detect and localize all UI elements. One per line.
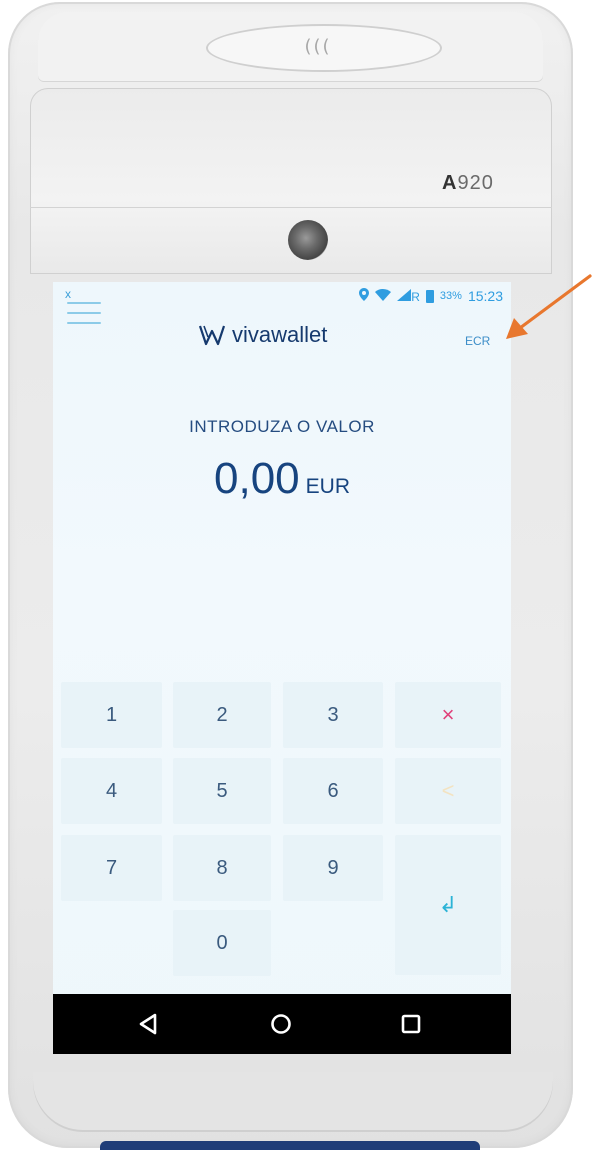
key-3[interactable]: 3 <box>283 682 383 748</box>
ecr-button[interactable]: ECR <box>465 334 490 348</box>
battery-icon <box>425 289 434 303</box>
battery-percent: 33% <box>439 290 462 302</box>
key-5[interactable]: 5 <box>173 758 271 824</box>
clock: 15:23 <box>467 288 503 304</box>
viva-wallet-logo-mark <box>198 325 226 346</box>
model-prefix: A <box>442 172 458 194</box>
panel-divider <box>30 207 552 208</box>
key-9[interactable]: 9 <box>283 835 383 901</box>
viva-wallet-logo: vivawallet <box>198 322 327 348</box>
chevron-left-icon: < <box>441 778 455 803</box>
backspace-button[interactable]: < <box>395 758 501 824</box>
notification-icon: x <box>65 287 71 301</box>
triangle-back-icon[interactable] <box>132 1008 164 1040</box>
key-4[interactable]: 4 <box>61 758 162 824</box>
model-number: 920 <box>457 172 494 194</box>
key-0[interactable]: 0 <box>173 910 271 976</box>
enter-button[interactable]: ↲ <box>395 835 501 975</box>
terminal-screen: x R 33% 15:23 vivawallet ECR INTRODUZA O… <box>53 282 511 1054</box>
card-reader-top: ((( <box>38 12 543 82</box>
status-icons: R 33% 15:23 <box>359 288 503 304</box>
menu-line <box>67 312 101 314</box>
key-1[interactable]: 1 <box>61 682 162 748</box>
square-recents-icon[interactable] <box>395 1008 427 1040</box>
amount-currency: EUR <box>305 475 350 498</box>
annotation-arrow <box>506 274 592 339</box>
menu-line <box>67 322 101 324</box>
enter-icon: ↲ <box>438 892 458 917</box>
key-6[interactable]: 6 <box>283 758 383 824</box>
clear-button[interactable]: × <box>395 682 501 748</box>
circle-home-icon[interactable] <box>265 1008 297 1040</box>
amount-value: 0,00 <box>214 454 300 503</box>
key-7[interactable]: 7 <box>61 835 162 901</box>
key-8[interactable]: 8 <box>173 835 271 901</box>
signal-icon: R <box>397 288 420 304</box>
android-nav-bar <box>53 994 511 1054</box>
key-2[interactable]: 2 <box>173 682 271 748</box>
location-pin-icon <box>359 288 370 304</box>
terminal-bottom-lip <box>33 1072 553 1132</box>
brand-name: vivawallet <box>232 322 328 347</box>
contactless-icon: ((( <box>258 32 378 62</box>
menu-line <box>67 302 101 304</box>
camera-icon <box>288 220 328 260</box>
hamburger-icon[interactable] <box>67 302 101 324</box>
network-letter: R <box>411 289 420 304</box>
wifi-icon <box>375 288 392 304</box>
amount-prompt: INTRODUZA O VALOR <box>189 417 375 436</box>
close-icon: × <box>441 702 455 727</box>
numeric-keypad: 1 2 3 × 4 5 6 < 7 8 9 ↲ 0 <box>61 682 501 977</box>
device-model-label: A920 <box>442 172 494 195</box>
contactless-symbol: ((( <box>304 36 332 57</box>
status-bar: x R 33% 15:23 <box>53 282 511 310</box>
terminal-base-strip <box>100 1141 480 1150</box>
amount-display: 0,00 EUR <box>53 454 511 504</box>
